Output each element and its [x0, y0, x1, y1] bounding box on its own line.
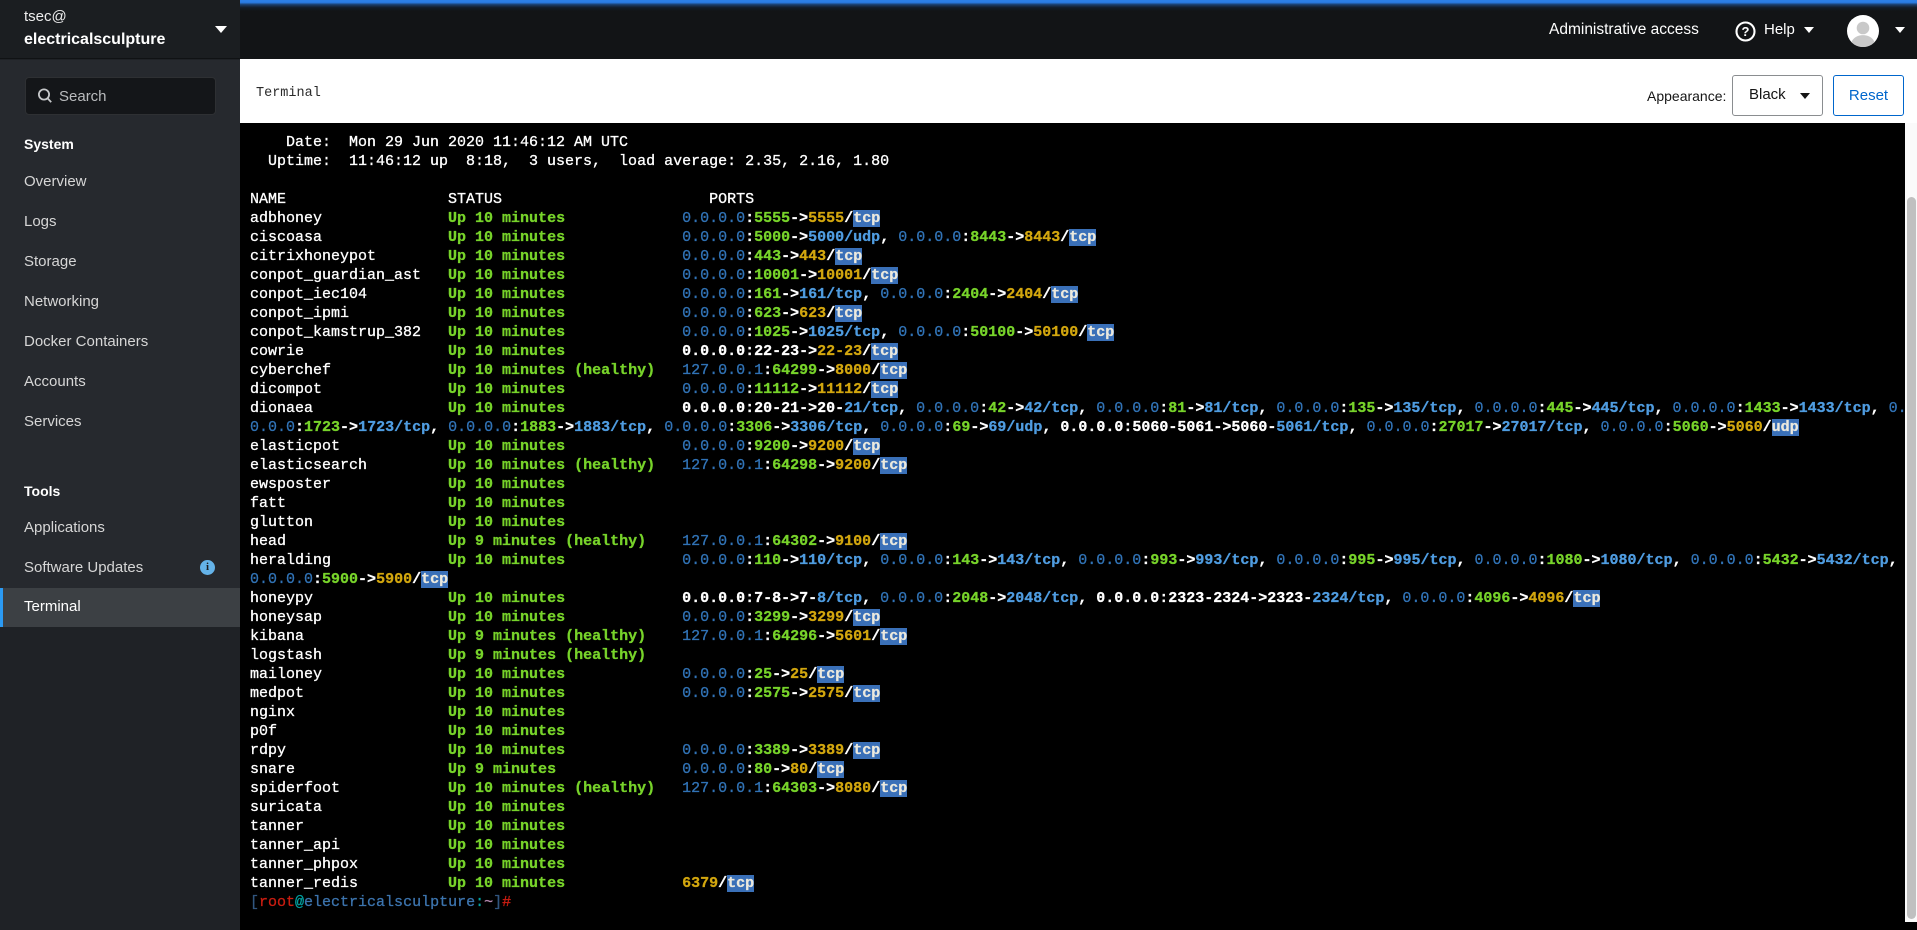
svg-text:?: ?	[1742, 24, 1750, 39]
